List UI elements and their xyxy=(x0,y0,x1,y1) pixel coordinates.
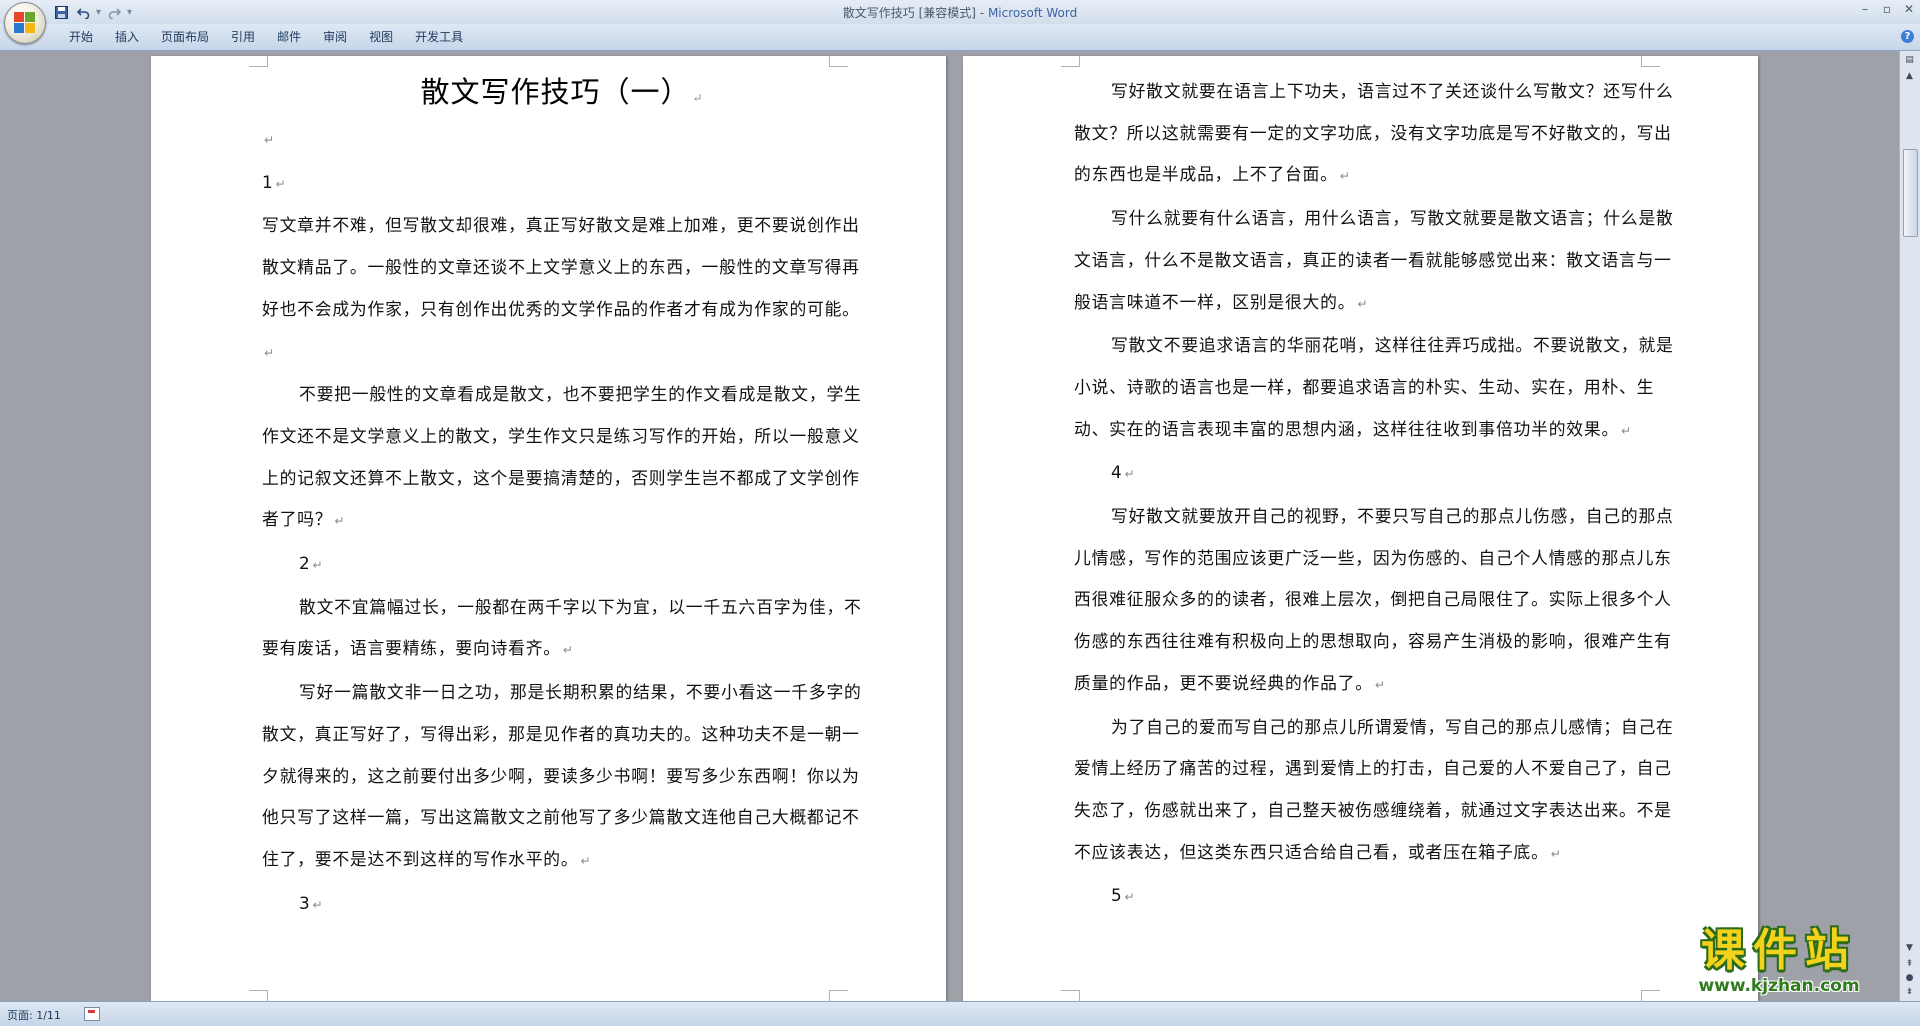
section-number-text: 1 xyxy=(262,171,274,192)
crop-mark xyxy=(829,990,848,1001)
vertical-scrollbar[interactable]: ▤ ▲ ▼ ⇞ ● ⇟ xyxy=(1899,51,1920,1001)
section-number: 4 ↵ xyxy=(1074,452,1674,496)
scroll-down-arrow-icon[interactable]: ▼ xyxy=(1902,941,1917,955)
window-title: 散文写作技巧 [兼容模式] - Microsoft Word xyxy=(0,4,1920,21)
page-count[interactable]: 页面: 1/11 xyxy=(7,1007,61,1023)
scroll-up-arrow-icon[interactable]: ▲ xyxy=(1902,69,1917,83)
restore-icon[interactable]: ▫ xyxy=(1876,0,1898,18)
section-number-text: 5 xyxy=(1111,885,1123,906)
paragraph-text: 不要把一般性的文章看成是散文，也不要把学生的作文看成是散文，学生作文还不是文学意… xyxy=(262,384,862,530)
paragraph-mark: ↵ xyxy=(312,897,324,912)
section-number-text: 4 xyxy=(1111,462,1123,483)
watermark-text: 课件站 xyxy=(1701,925,1857,976)
section-number: 2 ↵ xyxy=(262,543,862,587)
paragraph: 散文不宜篇幅过长，一般都在两千字以下为宜，以一千五六百字为佳，不要有废话，语言要… xyxy=(262,587,862,672)
paragraph: 为了自己的爱而写自己的那点儿所谓爱情，写自己的那点儿感情；自己在爱情上经历了痛苦… xyxy=(1074,707,1674,876)
paragraph-mark: ↵ xyxy=(562,643,574,658)
watermark-logo: 课件站 www.kjzhan.com xyxy=(1662,926,1896,998)
paragraph: 写好散文就要放开自己的视野，不要只写自己的那点儿伤感，自己的那点儿情感，写作的范… xyxy=(1074,496,1674,707)
document-workspace: 散文写作技巧（一） ↵ ↵ 1 ↵ 写文章并不难，但写散文却很难，真正写好散文是难上… xyxy=(0,51,1900,1001)
ribbon-tabs: 开始 插入 页面布局 引用 邮件 审阅 视图 开发工具 xyxy=(58,29,474,45)
paragraph-text: 写好散文就要在语言上下功夫，语言过不了关还谈什么写散文？还写什么散文？所以这就需… xyxy=(1074,81,1674,185)
paragraph-mark: ↵ xyxy=(1374,677,1386,692)
paragraph-mark: ↵ xyxy=(1621,423,1632,438)
paragraph: 不要把一般性的文章看成是散文，也不要把学生的作文看成是散文，学生作文还不是文学意… xyxy=(262,374,862,543)
paragraph-mark: ↵ xyxy=(580,853,592,868)
paragraph-mark: ↵ xyxy=(1550,846,1562,861)
tab-mailings[interactable]: 邮件 xyxy=(266,29,312,45)
paragraph-text: 写好一篇散文非一日之功，那是长期积累的结果，不要小看这一千多字的散文，真正写好了… xyxy=(262,682,862,869)
status-bar: 页面: 1/11 xyxy=(0,1001,1920,1026)
crop-mark xyxy=(1641,56,1660,67)
document-name: 散文写作技巧 [兼容模式] xyxy=(842,6,976,20)
help-icon[interactable]: ? xyxy=(1901,30,1914,43)
paragraph-mark: ↵ xyxy=(264,345,275,360)
paragraph-mark: ↵ xyxy=(264,133,275,147)
proofing-status-icon[interactable] xyxy=(84,1007,100,1021)
crop-mark xyxy=(1061,56,1080,67)
title-separator: - xyxy=(975,6,988,20)
paragraph: 写什么就要有什么语言，用什么语言，写散文就要是散文语言；什么是散文语言，什么不是… xyxy=(1074,198,1674,325)
section-number: 5 ↵ xyxy=(1074,875,1674,919)
tab-developer[interactable]: 开发工具 xyxy=(404,29,474,45)
watermark-url: www.kjzhan.com xyxy=(1698,976,1860,996)
document-title: 散文写作技巧（一） ↵ xyxy=(262,66,862,118)
title-bar: ▾ ▾ 散文写作技巧 [兼容模式] - Microsoft Word – ▫ ✕ xyxy=(0,0,1920,44)
office-logo-icon xyxy=(14,12,36,34)
paragraph: 写文章并不难，但写散文却很难，真正写好散文是难上加难，更不要说创作出散文精品了。… xyxy=(262,205,862,374)
minimize-icon[interactable]: – xyxy=(1854,0,1876,18)
page-2-body: 写好散文就要在语言上下功夫，语言过不了关还谈什么写散文？还写什么散文？所以这就需… xyxy=(1074,71,1674,919)
paragraph-mark: ↵ xyxy=(1357,296,1369,311)
next-page-icon[interactable]: ⇟ xyxy=(1902,985,1917,999)
ribbon: 开始 插入 页面布局 引用 邮件 审阅 视图 开发工具 ? xyxy=(0,24,1920,51)
select-browse-object-icon[interactable]: ● xyxy=(1902,971,1917,985)
tab-view[interactable]: 视图 xyxy=(358,29,404,45)
ruler-toggle-icon[interactable]: ▤ xyxy=(1902,53,1917,67)
crop-mark xyxy=(1061,990,1080,1001)
office-button[interactable] xyxy=(4,2,46,44)
section-number-text: 2 xyxy=(299,553,311,574)
paragraph-text: 写什么就要有什么语言，用什么语言，写散文就要是散文语言；什么是散文语言，什么不是… xyxy=(1074,208,1674,312)
app-name: Microsoft Word xyxy=(987,6,1078,20)
section-number: 3 ↵ xyxy=(262,883,862,927)
document-page-1[interactable]: 散文写作技巧（一） ↵ ↵ 1 ↵ 写文章并不难，但写散文却很难，真正写好散文是难上… xyxy=(151,56,946,1001)
paragraph-text: 写散文不要追求语言的华丽花哨，这样往往弄巧成拙。不要说散文，就是小说、诗歌的语言… xyxy=(1074,335,1674,439)
tab-review[interactable]: 审阅 xyxy=(312,29,358,45)
paragraph-mark: ↵ xyxy=(312,558,324,573)
paragraph-mark: ↵ xyxy=(1339,169,1351,184)
tab-references[interactable]: 引用 xyxy=(220,29,266,45)
crop-mark xyxy=(1641,990,1660,1001)
paragraph: 写好一篇散文非一日之功，那是长期积累的结果，不要小看这一千多字的散文，真正写好了… xyxy=(262,672,862,883)
paragraph-text: 散文不宜篇幅过长，一般都在两千字以下为宜，以一千五六百字为佳，不要有废话，语言要… xyxy=(262,596,862,659)
tab-home[interactable]: 开始 xyxy=(58,29,104,45)
previous-page-icon[interactable]: ⇞ xyxy=(1902,957,1917,971)
window-controls: – ▫ ✕ xyxy=(1854,0,1920,18)
paragraph: 写散文不要追求语言的华丽花哨，这样往往弄巧成拙。不要说散文，就是小说、诗歌的语言… xyxy=(1074,325,1674,452)
page-1-body: 散文写作技巧（一） ↵ ↵ 1 ↵ 写文章并不难，但写散文却很难，真正写好散文是难上… xyxy=(262,66,862,926)
empty-paragraph: ↵ xyxy=(262,118,862,162)
paragraph-mark: ↵ xyxy=(1124,890,1136,905)
tab-insert[interactable]: 插入 xyxy=(104,29,150,45)
paragraph-mark: ↵ xyxy=(275,176,287,191)
paragraph-mark: ↵ xyxy=(334,514,346,529)
document-title-text: 散文写作技巧（一） xyxy=(420,75,691,109)
paragraph-text: 写好散文就要放开自己的视野，不要只写自己的那点儿伤感，自己的那点儿情感，写作的范… xyxy=(1074,506,1674,693)
crop-mark xyxy=(249,990,268,1001)
section-number-text: 3 xyxy=(299,892,311,913)
paragraph-text: 写文章并不难，但写散文却很难，真正写好散文是难上加难，更不要说创作出散文精品了。… xyxy=(262,215,860,319)
document-page-2[interactable]: 写好散文就要在语言上下功夫，语言过不了关还谈什么写散文？还写什么散文？所以这就需… xyxy=(963,56,1758,1001)
paragraph-text: 为了自己的爱而写自己的那点儿所谓爱情，写自己的那点儿感情；自己在爱情上经历了痛苦… xyxy=(1074,716,1674,862)
section-number: 1 ↵ xyxy=(262,162,862,206)
paragraph: 写好散文就要在语言上下功夫，语言过不了关还谈什么写散文？还写什么散文？所以这就需… xyxy=(1074,71,1674,198)
close-icon[interactable]: ✕ xyxy=(1898,0,1920,18)
paragraph-mark: ↵ xyxy=(692,91,704,105)
scrollbar-thumb[interactable] xyxy=(1903,149,1918,237)
paragraph-mark: ↵ xyxy=(1124,467,1136,482)
tab-page-layout[interactable]: 页面布局 xyxy=(150,29,220,45)
